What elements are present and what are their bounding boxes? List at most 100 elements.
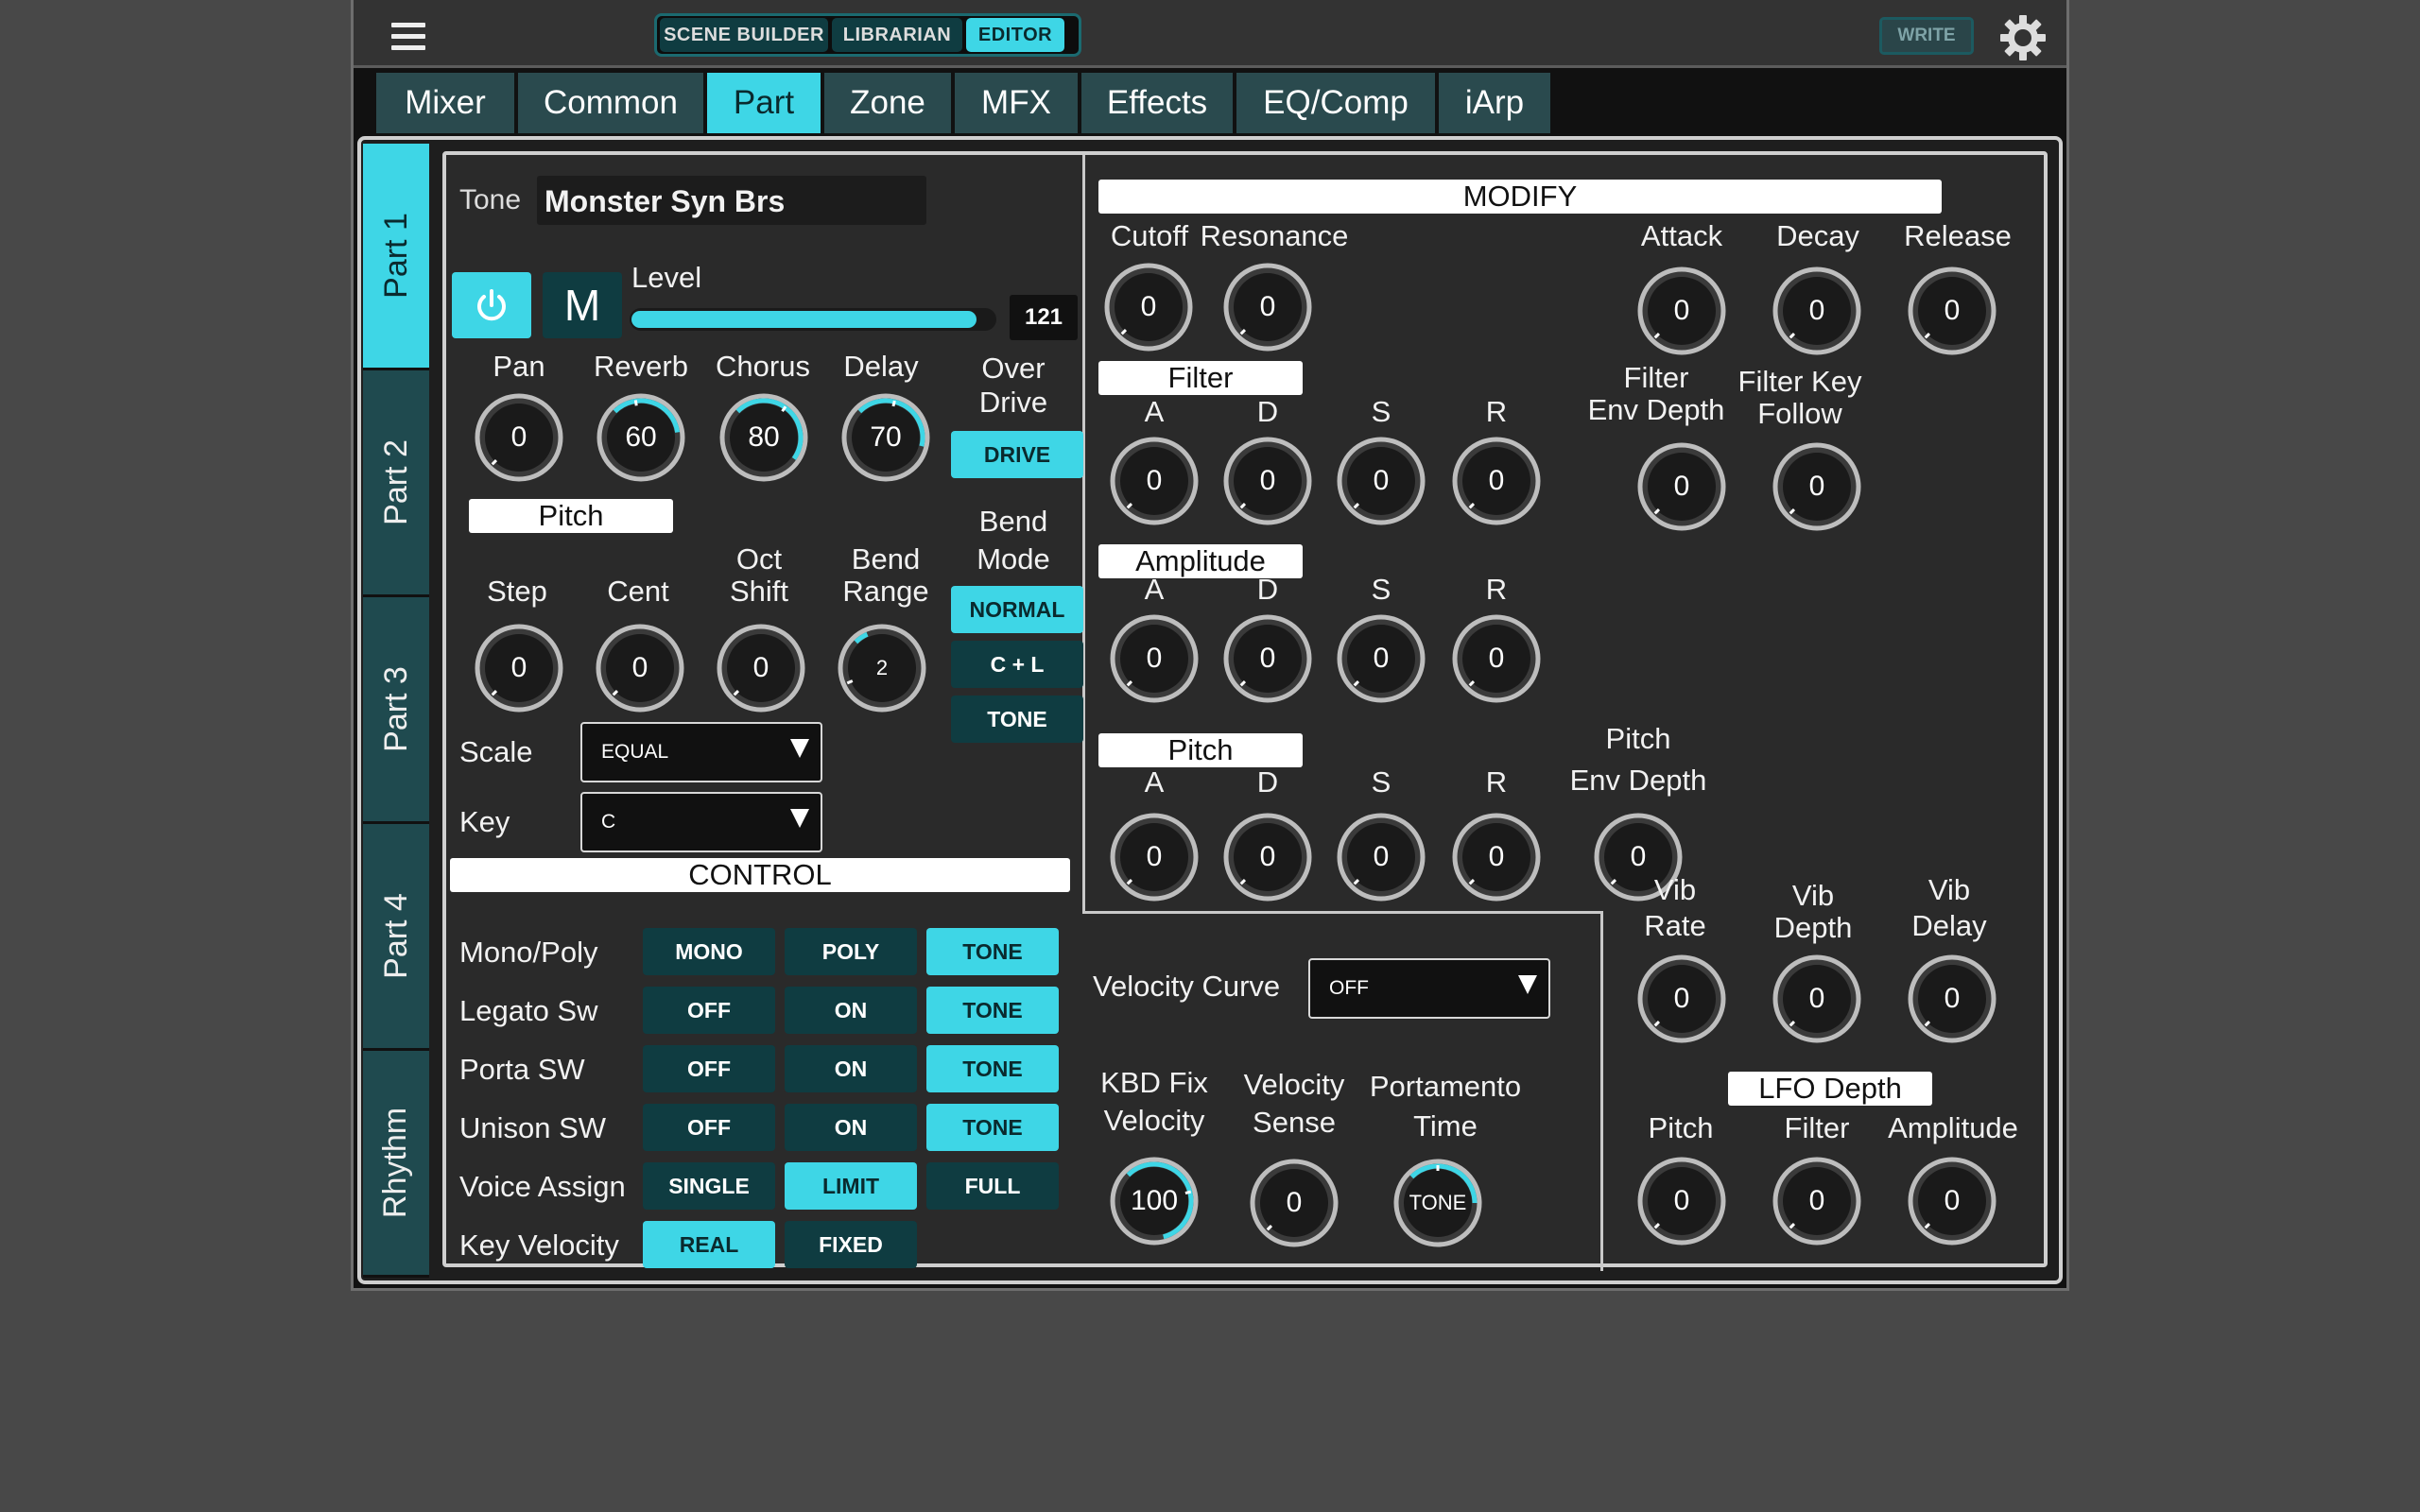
part-tab-rhythm[interactable]: Rhythm <box>363 1051 429 1278</box>
release-knob[interactable]: 0 <box>1906 265 1998 357</box>
vib-delay-knob[interactable]: 0 <box>1906 953 1998 1045</box>
voice-assign-single-button[interactable]: SINGLE <box>643 1162 775 1210</box>
amp-d-knob[interactable]: 0 <box>1221 612 1314 705</box>
editor-window: SCENE BUILDER LIBRARIAN EDITOR WRITE Mix… <box>351 0 2069 1291</box>
unison-sw-off-button[interactable]: OFF <box>643 1104 775 1151</box>
tab-eq-comp[interactable]: EQ/Comp <box>1236 73 1435 133</box>
chorus-knob[interactable]: 80 <box>717 391 810 484</box>
porta-sw-off-button[interactable]: OFF <box>643 1045 775 1092</box>
filter-r-knob[interactable]: 0 <box>1450 435 1543 527</box>
mute-button[interactable]: M <box>543 272 622 338</box>
amp-a-knob[interactable]: 0 <box>1108 612 1201 705</box>
bend-mode-label: Mode <box>977 542 1050 576</box>
knob-value: TONE <box>1409 1191 1467 1214</box>
filter-a-knob[interactable]: 0 <box>1108 435 1201 527</box>
bend-mode-tone-button[interactable]: TONE <box>951 696 1083 743</box>
legato-sw-tone-button[interactable]: TONE <box>926 987 1059 1034</box>
amp-a-label: A <box>1144 573 1165 606</box>
control-header: CONTROL <box>450 858 1070 892</box>
voice-assign-full-button[interactable]: FULL <box>926 1162 1059 1210</box>
mono-poly-poly-button[interactable]: POLY <box>785 928 917 975</box>
bend-mode-cl-button[interactable]: C + L <box>951 641 1083 688</box>
tab-common[interactable]: Common <box>518 73 703 133</box>
filter-key-follow-knob[interactable]: 0 <box>1771 440 1863 533</box>
reverb-knob[interactable]: 60 <box>595 391 687 484</box>
filter-env-depth-knob[interactable]: 0 <box>1635 440 1728 533</box>
portamento-time-knob[interactable]: TONE <box>1392 1157 1484 1249</box>
tab-zone[interactable]: Zone <box>824 73 951 133</box>
part-tab-1[interactable]: Part 1 <box>363 144 429 370</box>
pitch-env-a-knob[interactable]: 0 <box>1108 811 1201 903</box>
legato-sw-off-button[interactable]: OFF <box>643 987 775 1034</box>
part-power-button[interactable] <box>452 272 531 338</box>
knob-value: 0 <box>1286 1187 1303 1218</box>
oct-shift-knob[interactable]: 0 <box>715 622 807 714</box>
cutoff-label: Cutoff <box>1110 219 1189 252</box>
tab-part[interactable]: Part <box>707 73 821 133</box>
tab-mixer[interactable]: Mixer <box>376 73 514 133</box>
velocity-curve-label: Velocity Curve <box>1093 970 1281 1003</box>
lfo-amplitude-knob[interactable]: 0 <box>1906 1155 1998 1247</box>
filter-s-label: S <box>1371 395 1392 428</box>
vib-rate-knob[interactable]: 0 <box>1635 953 1728 1045</box>
key-velocity-real-button[interactable]: REAL <box>643 1221 775 1268</box>
tab-iarp[interactable]: iArp <box>1439 73 1550 133</box>
velocity-sense-knob[interactable]: 0 <box>1248 1157 1340 1249</box>
write-button[interactable]: WRITE <box>1879 17 1974 55</box>
lfo-filter-knob[interactable]: 0 <box>1771 1155 1863 1247</box>
resonance-knob[interactable]: 0 <box>1221 261 1314 353</box>
cutoff-knob[interactable]: 0 <box>1102 261 1195 353</box>
scene-builder-button[interactable]: SCENE BUILDER <box>660 18 828 52</box>
voice-assign-limit-button[interactable]: LIMIT <box>785 1162 917 1210</box>
gear-icon[interactable] <box>1998 13 2048 62</box>
porta-sw-tone-button[interactable]: TONE <box>926 1045 1059 1092</box>
delay-knob[interactable]: 70 <box>839 391 932 484</box>
menu-icon[interactable] <box>391 23 425 51</box>
porta-sw-on-button[interactable]: ON <box>785 1045 917 1092</box>
bend-mode-normal-button[interactable]: NORMAL <box>951 586 1083 633</box>
bend-range-knob[interactable]: 2 <box>836 622 928 714</box>
drive-button[interactable]: DRIVE <box>951 431 1083 478</box>
kbd-fix-velocity-knob[interactable]: 100 <box>1108 1155 1201 1247</box>
attack-label: Attack <box>1640 219 1723 252</box>
tab-mfx[interactable]: MFX <box>955 73 1078 133</box>
decay-label: Decay <box>1776 219 1859 252</box>
mono-poly-tone-button[interactable]: TONE <box>926 928 1059 975</box>
velocity-curve-dropdown[interactable]: OFF <box>1308 958 1550 1019</box>
vib-depth-knob[interactable]: 0 <box>1771 953 1863 1045</box>
part-tab-4[interactable]: Part 4 <box>363 824 429 1051</box>
unison-sw-tone-button[interactable]: TONE <box>926 1104 1059 1151</box>
part-tab-3[interactable]: Part 3 <box>363 597 429 824</box>
pitch-env-r-knob[interactable]: 0 <box>1450 811 1543 903</box>
level-slider[interactable] <box>630 308 996 331</box>
amp-s-knob[interactable]: 0 <box>1335 612 1427 705</box>
lfo-pitch-knob[interactable]: 0 <box>1635 1155 1728 1247</box>
tab-effects[interactable]: Effects <box>1081 73 1233 133</box>
legato-sw-on-button[interactable]: ON <box>785 987 917 1034</box>
key-dropdown[interactable]: C <box>580 792 822 852</box>
unison-sw-label: Unison SW <box>459 1111 607 1144</box>
overdrive-label: Over <box>981 352 1046 385</box>
part-tab-2[interactable]: Part 2 <box>363 370 429 597</box>
unison-sw-on-button[interactable]: ON <box>785 1104 917 1151</box>
knob-value: 60 <box>625 421 657 453</box>
decay-knob[interactable]: 0 <box>1771 265 1863 357</box>
cent-knob[interactable]: 0 <box>594 622 686 714</box>
key-velocity-fixed-button[interactable]: FIXED <box>785 1221 917 1268</box>
scale-dropdown[interactable]: EQUAL <box>580 722 822 782</box>
filter-s-knob[interactable]: 0 <box>1335 435 1427 527</box>
librarian-button[interactable]: LIBRARIAN <box>832 18 962 52</box>
step-knob[interactable]: 0 <box>473 622 565 714</box>
editor-button[interactable]: EDITOR <box>966 18 1064 52</box>
knob-value: 0 <box>510 421 527 453</box>
filter-d-knob[interactable]: 0 <box>1221 435 1314 527</box>
knob-value: 0 <box>1488 465 1505 496</box>
amp-r-knob[interactable]: 0 <box>1450 612 1543 705</box>
attack-knob[interactable]: 0 <box>1635 265 1728 357</box>
pan-knob[interactable]: 0 <box>473 391 565 484</box>
tone-name-field[interactable]: Monster Syn Brs <box>537 176 926 225</box>
filter-env-depth-label: Filter <box>1623 361 1689 394</box>
pitch-env-d-knob[interactable]: 0 <box>1221 811 1314 903</box>
pitch-env-s-knob[interactable]: 0 <box>1335 811 1427 903</box>
mono-poly-mono-button[interactable]: MONO <box>643 928 775 975</box>
